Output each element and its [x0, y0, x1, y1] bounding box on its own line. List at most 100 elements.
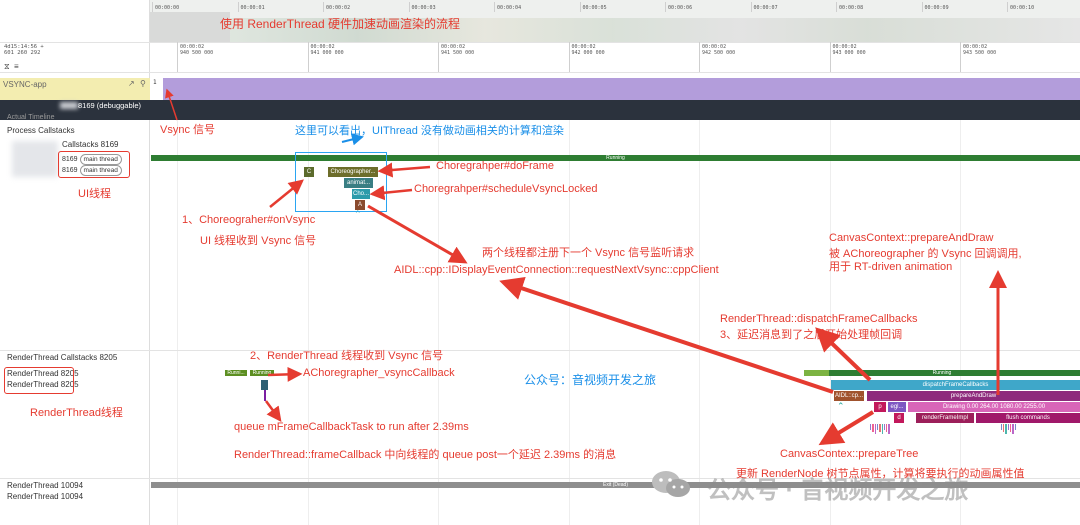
divider — [0, 42, 1080, 43]
rt-callstacks-label: RenderThread Callstacks 8205 — [7, 353, 118, 362]
annotation-schedule-vsync: Choregrahper#scheduleVsyncLocked — [414, 183, 598, 195]
d-slice[interactable]: d — [894, 413, 904, 423]
annotation-delay-msg: 3、延迟消息到了之后开始处理帧回调 — [720, 329, 903, 341]
rt-10094-label-2[interactable]: RenderThread 10094 — [7, 492, 83, 501]
overview-tick-label: 00:00:02 — [326, 5, 351, 11]
header-tick-line — [177, 42, 178, 72]
nested-slice[interactable] — [1005, 424, 1007, 434]
overview-tick-label: 00:00:05 — [582, 5, 607, 11]
nested-slice[interactable] — [876, 424, 879, 430]
timestamp-offset: 4d15:14:56 + 601 260 292 — [4, 44, 44, 56]
overview-tick-line — [836, 2, 837, 12]
tick-nanos: 943 500 000 — [963, 50, 997, 56]
flow-arrow-icon: ⌃ — [837, 401, 845, 411]
header-tick-label: 00:00:02 942 500 000 — [702, 44, 735, 56]
overview-tick-line — [237, 2, 239, 12]
annotation-aidl-request: AIDL::cpp::IDisplayEventConnection::requ… — [394, 264, 719, 276]
annotation-ui-no-anim: 这里可以看出，UIThread 没有做动画相关的计算和渲染 — [295, 125, 564, 137]
header-tick-line — [960, 42, 961, 72]
nested-slice[interactable] — [886, 424, 888, 432]
annotation-ctx-prepare-draw: CanvasContext::prepareAndDraw — [829, 232, 994, 244]
overview-tick-line — [494, 2, 495, 12]
annotation-rt-recv: 2、RenderThread 线程收到 Vsync 信号 — [250, 350, 444, 362]
overview-tick-label: 00:00:08 — [839, 5, 864, 11]
header-tick-line — [568, 42, 570, 72]
annotation-queue-task: queue mFrameCallbackTask to run after 2.… — [234, 421, 469, 433]
nested-slice[interactable] — [883, 424, 886, 430]
nested-slice[interactable] — [1000, 424, 1003, 430]
aidl-slice[interactable]: AIDL::cp... — [834, 391, 864, 401]
flush-commands-slice[interactable]: flush commands — [976, 413, 1080, 423]
header-tick-line — [699, 42, 700, 72]
header-tick-label: 00:00:02 941 500 000 — [441, 44, 474, 56]
overview-tick-label: 00:00:03 — [411, 5, 436, 11]
annotation-wechat: 公众号：音视频开发之旅 — [524, 373, 657, 387]
vsync-app-label: VSYNC-app — [3, 80, 47, 89]
nested-slice[interactable] — [881, 424, 883, 434]
debuggable-badge: debuggable — [99, 101, 139, 110]
annotation-vsync-callback: AChoregrapher_vsyncCallback — [303, 367, 455, 379]
callstacks-8169-label: Callstacks 8169 — [62, 140, 119, 149]
actual-timeline-label: Actual Timeline — [7, 114, 55, 121]
vsync-app-value-bar — [150, 78, 1080, 100]
rt-runni-slice[interactable]: Runni... — [225, 370, 247, 376]
timestamp-line-2: 601 260 292 — [4, 50, 41, 56]
overview-tick-line — [323, 2, 324, 12]
nested-slice[interactable] — [1014, 424, 1016, 430]
nested-slice[interactable] — [870, 424, 872, 430]
nested-slice[interactable] — [1003, 424, 1005, 432]
prepare-and-draw-slice[interactable]: prepareAndDraw — [867, 391, 1080, 401]
dispatch-frame-callbacks-slice[interactable]: dispatchFrameCallbacks — [831, 380, 1080, 390]
rt-vsync-callback-slice[interactable] — [261, 380, 268, 390]
filter-icon[interactable]: ⧖ — [4, 62, 10, 72]
tick-nanos: 941 000 000 — [310, 50, 344, 56]
render-thread-highlight-box — [4, 367, 74, 394]
annotation-ui-recv-vsync: UI 线程收到 Vsync 信号 — [200, 235, 317, 247]
annotation-vsync-signal: Vsync 信号 — [160, 124, 216, 136]
header-tick-label: 00:00:02 942 000 000 — [572, 44, 605, 56]
annotation-frame-callback: RenderThread::frameCallback 中向线程的 queue … — [234, 449, 617, 461]
annotation-do-frame: Choregrahper#doFrame — [436, 160, 555, 172]
header-tick-line — [438, 42, 439, 72]
collapse-icon[interactable]: ≡ — [14, 62, 19, 71]
rt-10094-label-1[interactable]: RenderThread 10094 — [7, 481, 83, 490]
annotation-both-register: 两个线程都注册下一个 Vsync 信号监听请求 — [482, 247, 695, 259]
redacted-thread-name — [12, 141, 58, 177]
divider — [0, 72, 1080, 73]
overview-tick-label: 00:00:00 — [155, 5, 180, 11]
process-name-redacted — [60, 102, 78, 109]
annotation-on-vsync: 1、Choreograher#onVsync — [182, 214, 316, 226]
nested-slice[interactable] — [1009, 424, 1012, 432]
annotation-title: 使用 RenderThread 硬件加速动画渲染的流程 — [220, 17, 461, 31]
vsync-app-counter: 1 — [153, 79, 157, 86]
chart-toggle-icon[interactable]: ↗ — [128, 79, 135, 88]
nested-slice[interactable] — [1007, 424, 1009, 430]
annotation-rt-driven: 用于 RT-driven animation — [829, 261, 953, 273]
render-frame-impl-slice[interactable]: renderFrameImpl — [916, 413, 974, 423]
nested-slice[interactable] — [874, 424, 876, 434]
overview-tick-line — [921, 2, 923, 12]
process-header[interactable] — [0, 100, 1080, 120]
timeline-gridline — [177, 120, 178, 525]
nested-slice[interactable] — [879, 424, 881, 432]
main-thread-running-bar[interactable]: Running — [151, 155, 1080, 161]
overview-tick-label: 00:00:04 — [497, 5, 522, 11]
annotation-rt-dispatch: RenderThread::dispatchFrameCallbacks — [720, 313, 918, 325]
rt-running-bar[interactable]: Running — [804, 370, 1080, 376]
wechat-logo-icon — [649, 469, 693, 499]
annotation-ui-thread: UI线程 — [78, 188, 111, 200]
nested-slice[interactable] — [1012, 424, 1014, 434]
overview-tick-label: 00:00:09 — [924, 5, 949, 11]
overview-tick-line — [579, 2, 581, 12]
prepare-tree-slice[interactable]: p — [874, 402, 886, 412]
annotation-rt-label: RenderThread线程 — [30, 407, 123, 419]
nested-slice[interactable] — [872, 424, 874, 432]
pin-icon[interactable]: ⚲ — [140, 79, 146, 88]
rt-running-slice-small[interactable]: Running — [250, 370, 274, 376]
tick-nanos: 943 000 000 — [832, 50, 866, 56]
rt-running-start — [804, 370, 829, 376]
drawing-slice[interactable]: Drawing 0.00 264.00 1080.00 2255.00 — [908, 402, 1080, 412]
timeline-gridline — [568, 120, 570, 525]
nested-slice[interactable] — [888, 424, 890, 434]
egl-slice[interactable]: egl... — [888, 402, 906, 412]
